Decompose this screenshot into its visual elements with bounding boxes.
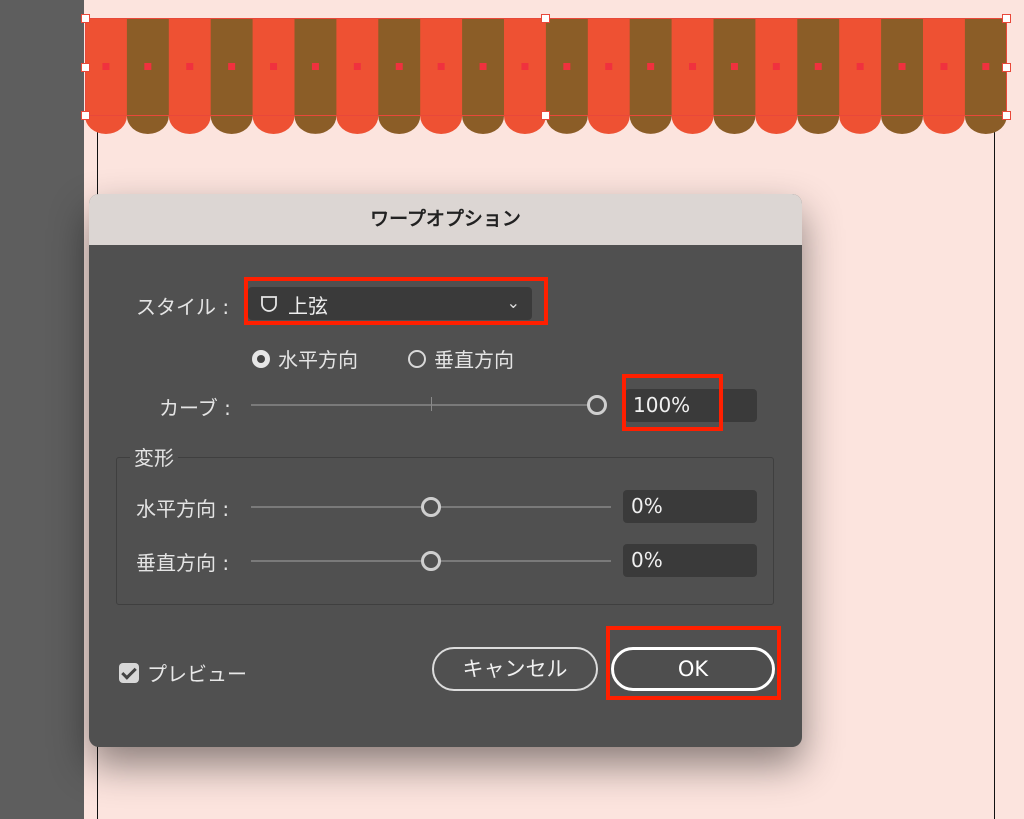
- anchor-point: [270, 63, 278, 70]
- awning-scallop: [671, 115, 714, 134]
- vertical-distortion-value-field[interactable]: 0%: [623, 544, 757, 577]
- anchor-point: [689, 63, 697, 70]
- horizontal-distortion-label: 水平方向 :: [136, 497, 230, 521]
- awning-scallop: [587, 115, 630, 134]
- awning-scallop: [462, 115, 504, 134]
- anchor-point: [982, 63, 990, 70]
- selection-handle-top-left[interactable]: [81, 14, 90, 23]
- awning-scallop: [713, 115, 756, 134]
- anchor-point: [479, 63, 487, 70]
- anchor-point: [228, 63, 236, 70]
- awning-scallop: [839, 115, 882, 134]
- anchor-point: [186, 63, 194, 70]
- awning-scallop: [294, 115, 337, 134]
- awning-scallop: [85, 115, 127, 134]
- horizontal-distortion-value-field[interactable]: 0%: [623, 490, 757, 523]
- awning-scallop: [964, 115, 1007, 134]
- distortion-group-label: 変形: [130, 442, 178, 471]
- bend-value-field[interactable]: 100%: [625, 389, 757, 422]
- anchor-point: [353, 63, 361, 70]
- awning-scallop: [629, 115, 672, 134]
- anchor-point: [563, 63, 571, 70]
- anchor-point: [898, 63, 906, 70]
- awning-scallop: [126, 115, 169, 134]
- anchor-point: [647, 63, 655, 70]
- anchor-point: [521, 63, 529, 70]
- awning-scallop: [881, 115, 923, 134]
- selection-handle-bottom-left[interactable]: [81, 111, 90, 120]
- radio-vertical[interactable]: 垂直方向: [408, 344, 514, 373]
- anchor-point: [730, 63, 738, 70]
- radio-unselected-icon: [408, 349, 426, 368]
- shield-icon: [261, 296, 277, 312]
- warp-options-dialog: ワープオプション スタイル : 上弦 ⌄ 水平方向 垂直方向 カーブ : 100…: [89, 194, 802, 747]
- anchor-point: [311, 63, 319, 70]
- selection-handle-top-right[interactable]: [1002, 14, 1011, 23]
- anchor-point: [940, 63, 948, 70]
- selection-handle-right[interactable]: [1002, 63, 1011, 72]
- checkbox-checked-icon: [119, 662, 139, 683]
- awning-scallop: [923, 115, 965, 134]
- vertical-distortion-label: 垂直方向 :: [136, 551, 230, 575]
- selection-handle-left[interactable]: [81, 63, 90, 72]
- selection-handle-top[interactable]: [541, 14, 550, 23]
- anchor-point: [437, 63, 445, 70]
- bend-slider-track[interactable]: [251, 404, 597, 406]
- preview-label: プレビュー: [147, 662, 247, 686]
- vertical-distortion-slider-knob[interactable]: [421, 551, 441, 571]
- awning-scallop: [797, 115, 840, 134]
- awning-scallop: [378, 115, 421, 134]
- preview-checkbox[interactable]: プレビュー: [119, 658, 247, 687]
- cancel-button[interactable]: キャンセル: [432, 647, 598, 691]
- distortion-group: [116, 457, 774, 605]
- style-value: 上弦: [288, 294, 328, 318]
- anchor-point: [144, 63, 152, 70]
- anchor-point: [395, 63, 403, 70]
- anchor-point: [814, 63, 822, 70]
- awning-scallop: [336, 115, 379, 134]
- selection-handle-bottom-right[interactable]: [1002, 111, 1011, 120]
- radio-horizontal-label: 水平方向: [278, 348, 358, 372]
- awning-scallop: [545, 115, 588, 134]
- bend-slider-center-tick: [431, 397, 432, 411]
- chevron-down-icon: ⌄: [506, 293, 520, 312]
- awning-scallop: [252, 115, 295, 134]
- bend-slider-knob[interactable]: [587, 395, 607, 415]
- style-label: スタイル :: [136, 295, 230, 319]
- anchor-point: [102, 63, 110, 70]
- awning-scallop: [755, 115, 798, 134]
- radio-horizontal[interactable]: 水平方向: [252, 344, 358, 373]
- dialog-title: ワープオプション: [89, 194, 802, 245]
- horizontal-distortion-slider-knob[interactable]: [421, 497, 441, 517]
- bend-label: カーブ :: [159, 396, 231, 420]
- anchor-point: [856, 63, 864, 70]
- style-dropdown[interactable]: 上弦 ⌄: [248, 287, 532, 320]
- awning-scallop: [210, 115, 253, 134]
- awning-scallop: [504, 115, 546, 134]
- radio-vertical-label: 垂直方向: [434, 348, 514, 372]
- awning-scallop: [420, 115, 463, 134]
- selection-handle-bottom[interactable]: [541, 111, 550, 120]
- radio-selected-icon: [252, 349, 270, 368]
- anchor-point: [605, 63, 613, 70]
- anchor-point: [772, 63, 780, 70]
- awning-scallop: [168, 115, 211, 134]
- ok-button[interactable]: OK: [611, 647, 775, 691]
